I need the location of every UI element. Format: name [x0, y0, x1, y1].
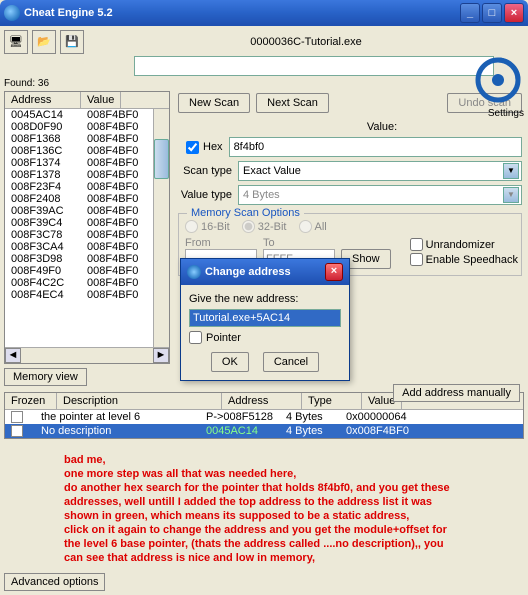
pointer-check[interactable]: Pointer [189, 331, 341, 344]
valuetype-dropdown[interactable]: 4 Bytes▼ [238, 185, 522, 205]
radio-all[interactable]: All [299, 220, 327, 233]
table-row[interactable]: No description0045AC144 Bytes0x008F4BF0 [5, 424, 523, 438]
address-row[interactable]: 008D0F90008F4BF0 [5, 121, 169, 133]
address-row[interactable]: 008F39AC008F4BF0 [5, 205, 169, 217]
scantype-label: Scan type [178, 165, 238, 177]
value-input[interactable] [229, 137, 522, 157]
next-scan-button[interactable]: Next Scan [256, 93, 329, 113]
process-input[interactable] [134, 56, 494, 76]
col-type[interactable]: Type [302, 393, 362, 409]
save-button[interactable]: 💾 [60, 30, 84, 54]
dialog-title: Change address [205, 266, 325, 278]
scantype-dropdown[interactable]: Exact Value▼ [238, 161, 522, 181]
address-row[interactable]: 0045AC14008F4BF0 [5, 109, 169, 121]
address-row[interactable]: 008F3C78008F4BF0 [5, 229, 169, 241]
logo-icon [474, 56, 522, 104]
maximize-button[interactable]: □ [482, 3, 502, 23]
address-row[interactable]: 008F1374008F4BF0 [5, 157, 169, 169]
window-title: Cheat Engine 5.2 [24, 7, 460, 19]
add-address-button[interactable]: Add address manually [393, 384, 520, 402]
scrollbar[interactable] [153, 109, 169, 347]
hscroll[interactable]: ◄► [5, 347, 169, 363]
col-value[interactable]: Value [81, 92, 121, 108]
dialog-icon [187, 265, 201, 279]
col-addr[interactable]: Address [222, 393, 302, 409]
address-list: Address Value 0045AC14008F4BF0008D0F9000… [4, 91, 170, 364]
radio-16bit[interactable]: 16-Bit [185, 220, 230, 233]
change-address-dialog: Change address × Give the new address: P… [180, 258, 350, 381]
ok-button[interactable]: OK [211, 352, 249, 372]
found-count: Found: 36 [4, 78, 524, 89]
radio-32bit[interactable]: 32-Bit [242, 220, 287, 233]
address-row[interactable]: 008F39C4008F4BF0 [5, 217, 169, 229]
open-button[interactable]: 📂 [32, 30, 56, 54]
address-row[interactable]: 008F136C008F4BF0 [5, 145, 169, 157]
hex-checkbox[interactable] [186, 141, 199, 154]
chevron-down-icon: ▼ [503, 187, 519, 203]
titlebar: Cheat Engine 5.2 _ □ × [0, 0, 528, 26]
address-row[interactable]: 008F4C2C008F4BF0 [5, 277, 169, 289]
address-input[interactable] [189, 309, 341, 327]
address-row[interactable]: 008F1378008F4BF0 [5, 169, 169, 181]
select-process-button[interactable]: 🖥 [4, 30, 28, 54]
address-row[interactable]: 008F2408008F4BF0 [5, 193, 169, 205]
address-row[interactable]: 008F49F0008F4BF0 [5, 265, 169, 277]
minimize-button[interactable]: _ [460, 3, 480, 23]
col-frozen[interactable]: Frozen [5, 393, 57, 409]
settings-link[interactable]: Settings [488, 108, 524, 119]
dialog-label: Give the new address: [189, 293, 341, 305]
notes-text: bad me,one more step was all that was ne… [4, 453, 524, 565]
dialog-close-button[interactable]: × [325, 263, 343, 281]
col-address[interactable]: Address [5, 92, 81, 108]
valuetype-label: Value type [178, 189, 238, 201]
speedhack-check[interactable]: Enable Speedhack [410, 253, 518, 266]
memopts-legend: Memory Scan Options [187, 207, 304, 219]
new-scan-button[interactable]: New Scan [178, 93, 250, 113]
address-row[interactable]: 008F23F4008F4BF0 [5, 181, 169, 193]
col-desc[interactable]: Description [57, 393, 222, 409]
advanced-options[interactable]: Advanced options [4, 573, 105, 591]
memory-view-button[interactable]: Memory view [4, 368, 87, 386]
address-row[interactable]: 008F1368008F4BF0 [5, 133, 169, 145]
process-name: 0000036C-Tutorial.exe [88, 36, 524, 48]
chevron-down-icon: ▼ [503, 163, 519, 179]
unrandomizer-check[interactable]: Unrandomizer [410, 238, 518, 251]
value-label: Value: [242, 121, 522, 133]
hex-label: Hex [203, 141, 223, 153]
table-row[interactable]: the pointer at level 6P->008F51284 Bytes… [5, 410, 523, 424]
close-button[interactable]: × [504, 3, 524, 23]
app-icon [4, 5, 20, 21]
cancel-button[interactable]: Cancel [263, 352, 319, 372]
address-row[interactable]: 008F4EC4008F4BF0 [5, 289, 169, 301]
address-row[interactable]: 008F3D98008F4BF0 [5, 253, 169, 265]
address-row[interactable]: 008F3CA4008F4BF0 [5, 241, 169, 253]
